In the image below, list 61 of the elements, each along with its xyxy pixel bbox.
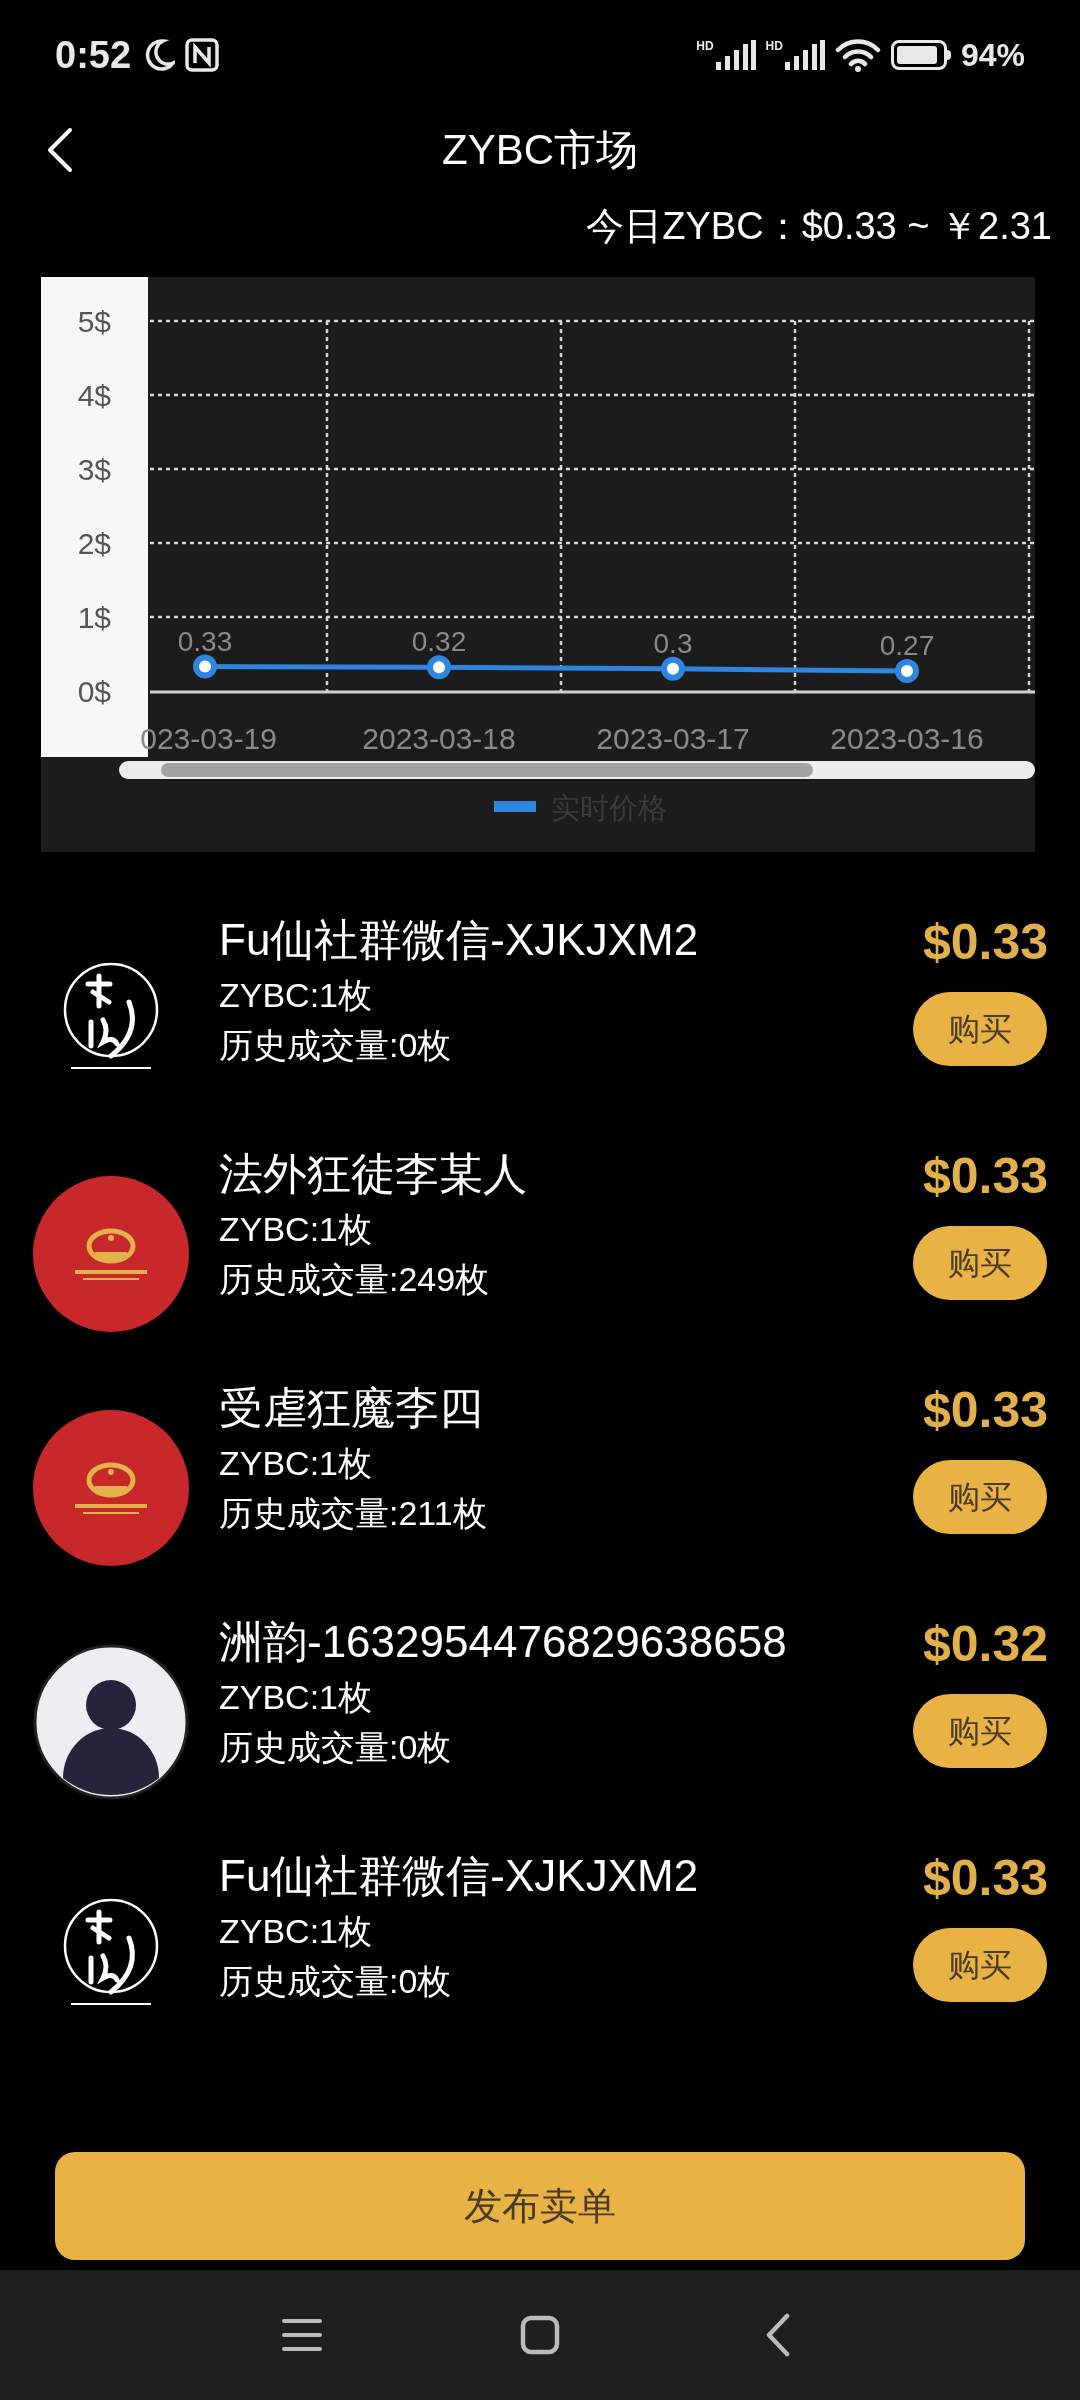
x-axis-label: 2023-03-17 xyxy=(596,722,750,755)
y-axis-label: 3$ xyxy=(77,453,111,486)
publish-sell-order-button[interactable]: 发布卖单 xyxy=(55,2152,1025,2260)
x-axis-label: 2023-03-18 xyxy=(362,722,516,755)
seller-name: Fu仙社群微信-XJKJXM2 xyxy=(219,914,700,966)
y-axis-label: 2$ xyxy=(77,527,111,560)
buy-button[interactable]: 购买 xyxy=(913,1928,1047,2002)
buy-button[interactable]: 购买 xyxy=(913,1694,1047,1768)
nfc-icon xyxy=(185,38,220,72)
default-avatar-icon xyxy=(33,1644,189,1800)
trade-history-text: 历史成交量:0枚 xyxy=(219,1727,453,1768)
data-point xyxy=(895,659,919,683)
brush-logo-icon xyxy=(63,962,159,1069)
seller-name: Fu仙社群微信-XJKJXM2 xyxy=(219,1850,700,1902)
network-type-label: HD xyxy=(765,40,783,52)
y-axis-label: 4$ xyxy=(77,379,111,412)
data-label: 0.3 xyxy=(653,627,693,659)
emblem-avatar-icon xyxy=(33,1176,189,1332)
quantity-text: ZYBC:1枚 xyxy=(219,1209,374,1250)
trade-history-text: 历史成交量:0枚 xyxy=(219,1025,453,1066)
buy-button[interactable]: 购买 xyxy=(913,992,1047,1066)
trade-history-text: 历史成交量:211枚 xyxy=(219,1493,488,1534)
trade-history-text: 历史成交量:0枚 xyxy=(219,1961,453,2002)
quantity-text: ZYBC:1枚 xyxy=(219,1443,374,1484)
seller-name: 洲韵-1632954476829638658 xyxy=(219,1616,788,1668)
page-title: ZYBC市场 xyxy=(442,124,638,175)
data-point xyxy=(661,656,685,681)
y-axis-label: 5$ xyxy=(77,305,111,338)
data-label: 0.33 xyxy=(177,625,233,657)
scrollbar[interactable] xyxy=(119,761,1035,779)
quantity-text: ZYBC:1枚 xyxy=(219,1911,374,1952)
data-label: 0.32 xyxy=(411,626,467,658)
emblem-avatar-icon xyxy=(33,1410,189,1566)
seller-name: 受虐狂魔李四 xyxy=(219,1382,484,1434)
signal-icon xyxy=(715,40,756,70)
data-point xyxy=(193,654,217,679)
data-point xyxy=(427,655,451,680)
price-summary: 今日ZYBC：$0.33 ~ ￥2.31 xyxy=(586,204,1052,249)
data-label: 0.27 xyxy=(879,630,935,661)
price-text: $0.33 xyxy=(922,1849,1048,1908)
y-axis-label: 0$ xyxy=(77,675,111,708)
brush-logo-icon xyxy=(63,1898,159,2005)
quantity-text: ZYBC:1枚 xyxy=(219,975,374,1016)
buy-button[interactable]: 购买 xyxy=(913,1226,1047,1300)
battery-percentage: 94% xyxy=(960,36,1025,75)
battery-icon xyxy=(890,40,951,70)
price-text: $0.33 xyxy=(922,1147,1048,1206)
x-axis-label: 2023-03-16 xyxy=(830,722,984,755)
wifi-icon xyxy=(834,38,881,72)
legend-swatch xyxy=(494,801,536,812)
seller-name: 法外狂徒李某人 xyxy=(219,1148,528,1200)
buy-button[interactable]: 购买 xyxy=(913,1460,1047,1534)
price-text: $0.33 xyxy=(922,1381,1048,1440)
status-time: 0:52 xyxy=(55,32,132,78)
network-type-label: HD xyxy=(696,40,714,52)
quantity-text: ZYBC:1枚 xyxy=(219,1677,374,1718)
y-axis-label: 1$ xyxy=(77,601,111,634)
signal-icon xyxy=(784,40,825,70)
price-text: $0.33 xyxy=(922,913,1048,972)
trade-history-text: 历史成交量:249枚 xyxy=(219,1259,491,1300)
price-text: $0.32 xyxy=(922,1615,1048,1674)
